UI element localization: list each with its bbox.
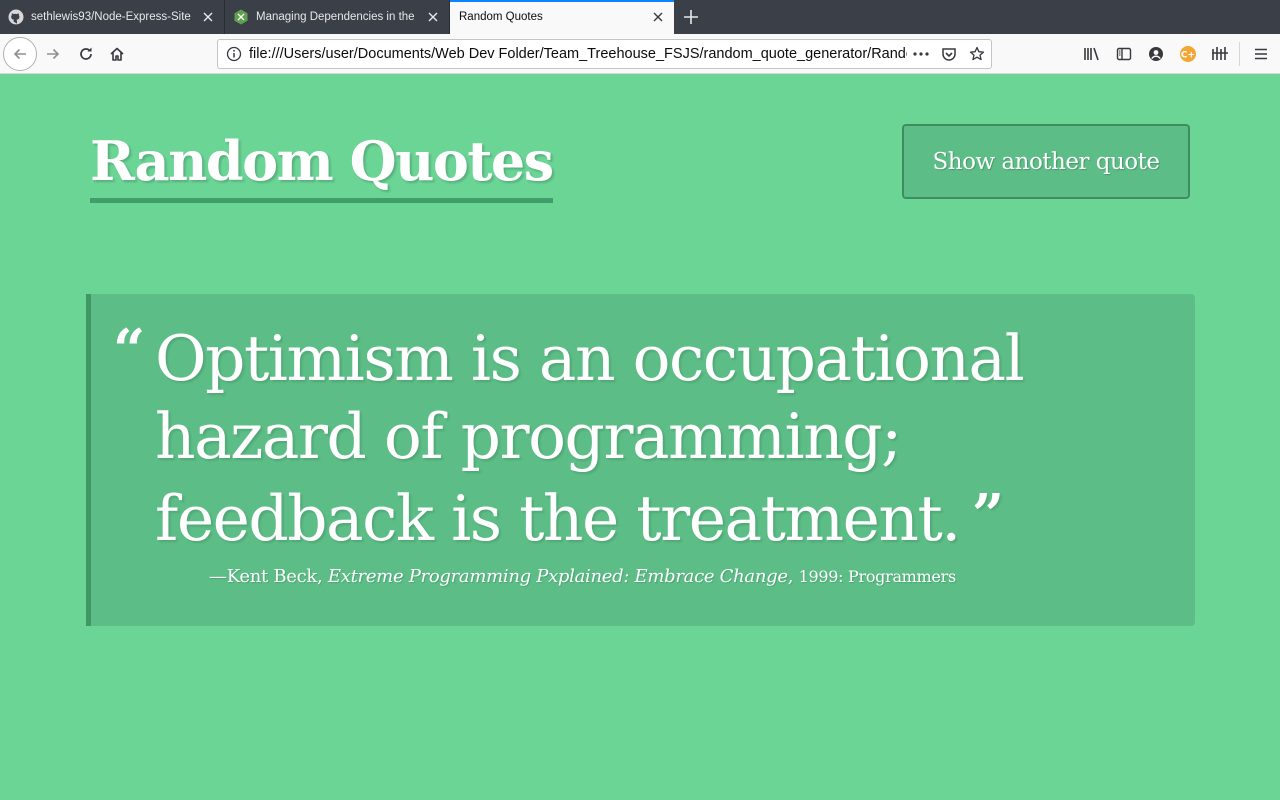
hamburger-menu-icon [1255, 48, 1267, 60]
bars-icon [1212, 47, 1228, 60]
forward-arrow-icon [47, 48, 60, 60]
close-icon[interactable] [200, 9, 216, 25]
tab-random-quotes[interactable]: Random Quotes [450, 0, 674, 34]
quote-text: Optimism is an occupational hazard of pr… [155, 320, 1155, 558]
quote-body: Optimism is an occupational hazard of pr… [155, 322, 1025, 555]
pocket-icon[interactable] [935, 40, 963, 68]
tab-strip: sethlewis93/Node-Express-Site Managing D… [0, 0, 1280, 34]
extension-button[interactable]: C+ [1172, 38, 1204, 70]
tab-github[interactable]: sethlewis93/Node-Express-Site [0, 0, 225, 34]
tab-title: Managing Dependencies in the [256, 11, 415, 23]
quote-year: 1999 [798, 567, 839, 586]
quote-citation: —Kent Beck, Extreme Programming Pxplaine… [209, 566, 956, 587]
reload-button[interactable] [70, 38, 102, 70]
extension-button-2[interactable] [1204, 38, 1236, 70]
address-bar[interactable]: file:///Users/user/Documents/Web Dev Fol… [217, 39, 992, 69]
quote-source: Extreme Programming Pxplained: Embrace C… [327, 566, 788, 587]
quote-tag: Programmers [848, 567, 956, 586]
quote-author: —Kent Beck [209, 566, 318, 587]
bookmark-star-icon[interactable] [963, 40, 991, 68]
close-icon[interactable] [650, 9, 666, 25]
library-button[interactable] [1076, 38, 1108, 70]
account-icon [1149, 47, 1163, 61]
library-icon [1084, 47, 1099, 61]
back-arrow-icon [13, 48, 26, 60]
plus-icon [684, 10, 698, 24]
reload-icon [80, 47, 92, 60]
url-text[interactable]: file:///Users/user/Documents/Web Dev Fol… [249, 46, 907, 62]
tab-managing-dependencies[interactable]: Managing Dependencies in the [225, 0, 450, 34]
home-button[interactable] [101, 38, 133, 70]
node-icon [233, 9, 249, 25]
quote-box: “ Optimism is an occupational hazard of … [86, 294, 1195, 626]
tab-title: sethlewis93/Node-Express-Site [31, 11, 191, 23]
close-icon[interactable] [425, 9, 441, 25]
menu-button[interactable] [1245, 38, 1277, 70]
extension-badge-icon: C+ [1180, 46, 1196, 62]
forward-button[interactable] [37, 38, 69, 70]
new-tab-button[interactable] [674, 0, 708, 34]
tab-title: Random Quotes [459, 11, 543, 23]
page-title: Random Quotes [90, 128, 554, 203]
sidebar-icon [1116, 47, 1132, 61]
page-actions-icon[interactable] [907, 40, 935, 68]
open-quote-mark: “ [113, 317, 146, 383]
github-icon [8, 9, 24, 25]
back-button[interactable] [3, 37, 37, 71]
toolbar-divider [1239, 42, 1240, 66]
sidebar-button[interactable] [1108, 38, 1140, 70]
close-quote-mark: ” [971, 482, 1004, 548]
svg-text:C+: C+ [1181, 51, 1195, 61]
show-another-quote-button[interactable]: Show another quote [902, 124, 1190, 199]
account-button[interactable] [1140, 38, 1172, 70]
home-icon [110, 47, 124, 61]
info-icon[interactable] [220, 40, 248, 68]
navigation-toolbar: file:///Users/user/Documents/Web Dev Fol… [0, 34, 1280, 74]
